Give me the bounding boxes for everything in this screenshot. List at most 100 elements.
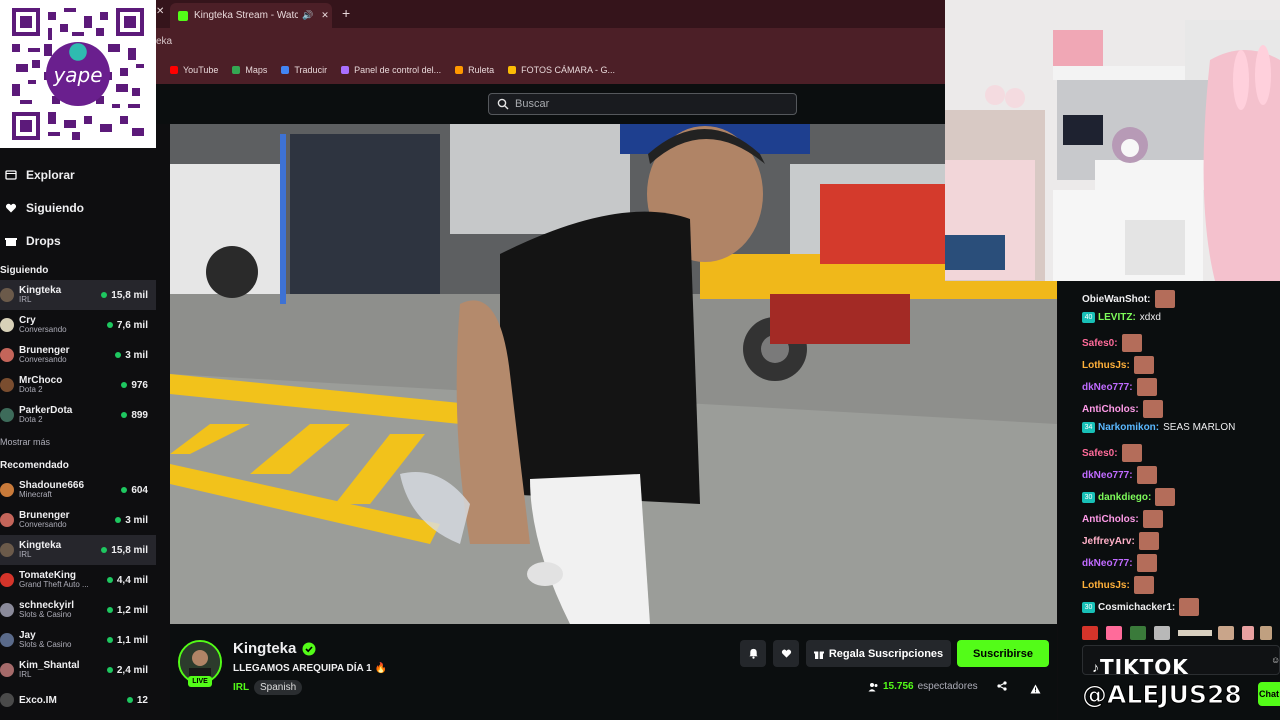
chat-username[interactable]: ObieWanShot: bbox=[1082, 294, 1151, 305]
show-more-link[interactable]: Mostrar más bbox=[0, 430, 156, 454]
chat-username[interactable]: dkNeo777: bbox=[1082, 470, 1133, 481]
sidebar-channel-item[interactable]: Brunenger Conversando 3 mil bbox=[0, 340, 156, 370]
bookmark-item[interactable]: Ruleta bbox=[455, 65, 494, 75]
speaker-icon[interactable]: 🔊 bbox=[302, 10, 313, 21]
emote-icon[interactable] bbox=[1260, 626, 1272, 640]
subscribe-button[interactable]: Suscribirse bbox=[957, 640, 1049, 667]
chat-username[interactable]: dankdiego: bbox=[1098, 492, 1151, 503]
channel-category: Slots & Casino bbox=[19, 640, 72, 650]
channel-viewers: 899 bbox=[121, 410, 148, 421]
channel-avatar bbox=[0, 543, 14, 557]
following-list: Kingteka IRL 15,8 mil Cry Conversando 7,6 mil… bbox=[0, 280, 156, 430]
sidebar-channel-item[interactable]: Kim_Shantal IRL 2,4 mil bbox=[0, 655, 156, 685]
sidebar-nav-drops[interactable]: Drops bbox=[0, 224, 156, 257]
follow-button[interactable] bbox=[773, 640, 799, 667]
share-icon[interactable] bbox=[997, 681, 1007, 694]
emote-icon[interactable] bbox=[1218, 626, 1234, 640]
browser-tab-active[interactable]: Kingteka Stream - Watch Li 🔊 ✕ bbox=[170, 3, 332, 28]
channel-text: Kingteka IRL bbox=[19, 285, 101, 305]
search-input[interactable]: Buscar bbox=[488, 93, 797, 115]
sidebar-channel-item[interactable]: MrChoco Dota 2 976 bbox=[0, 370, 156, 400]
channel-avatar bbox=[0, 633, 14, 647]
emote-icon bbox=[1136, 554, 1157, 572]
emote-icon[interactable] bbox=[1130, 626, 1146, 640]
chat-username[interactable]: Cosmichacker1: bbox=[1098, 602, 1175, 613]
channel-viewers: 12 bbox=[127, 695, 148, 706]
bookmark-label: Traducir bbox=[294, 64, 328, 75]
chat-username[interactable]: dkNeo777: bbox=[1082, 558, 1133, 569]
chat-panel: ObieWanShot: 40 LEVITZ: xdxd Safes0: LothusJs… bbox=[1058, 281, 1280, 720]
heart-icon bbox=[4, 201, 18, 215]
channel-text: Kim_Shantal IRL bbox=[19, 660, 107, 680]
gift-icon bbox=[813, 650, 824, 659]
gift-subs-button[interactable]: Regala Suscripciones bbox=[806, 640, 951, 667]
address-bar[interactable]: eka bbox=[156, 28, 945, 55]
sidebar-channel-item[interactable]: Exco.IM 12 bbox=[0, 685, 156, 715]
emote-icon bbox=[1133, 576, 1154, 594]
bookmark-item[interactable]: Traducir bbox=[281, 65, 327, 75]
emote-icon[interactable] bbox=[1154, 626, 1170, 640]
chat-username[interactable]: Safes0: bbox=[1082, 338, 1118, 349]
sidebar-nav-explorar[interactable]: Explorar bbox=[0, 158, 156, 191]
sidebar-channel-item[interactable]: Cry Conversando 7,6 mil bbox=[0, 310, 156, 340]
channel-text: schneckyirl Slots & Casino bbox=[19, 600, 107, 620]
new-tab-icon[interactable]: + bbox=[342, 5, 350, 21]
bookmark-item[interactable]: Maps bbox=[232, 65, 267, 75]
chat-send-button[interactable]: Chat bbox=[1258, 682, 1280, 706]
sidebar-channel-item[interactable]: ParkerDota Dota 2 899 bbox=[0, 400, 156, 430]
report-icon[interactable] bbox=[1030, 681, 1041, 699]
category-link[interactable]: IRL bbox=[233, 682, 249, 693]
sidebar-channel-item[interactable]: schneckyirl Slots & Casino 1,2 mil bbox=[0, 595, 156, 625]
emote-icon[interactable] bbox=[1242, 626, 1254, 640]
chat-message: ObieWanShot: bbox=[1082, 290, 1175, 308]
channel-viewers: 4,4 mil bbox=[107, 575, 148, 586]
chat-username[interactable]: JeffreyArv: bbox=[1082, 536, 1135, 547]
channel-avatar bbox=[0, 483, 14, 497]
bookmark-item[interactable]: FOTOS CÁMARA - G... bbox=[508, 65, 615, 75]
sidebar-channel-item[interactable]: Kingteka IRL 15,8 mil bbox=[0, 535, 156, 565]
channel-name[interactable]: Kingteka bbox=[233, 640, 296, 657]
chat-username[interactable]: LothusJs: bbox=[1082, 580, 1130, 591]
chat-username[interactable]: dkNeo777: bbox=[1082, 382, 1133, 393]
emote-icon[interactable] bbox=[1178, 630, 1212, 636]
bookmark-label: Ruleta bbox=[468, 64, 495, 75]
channel-text: Shadoune666 Minecraft bbox=[19, 480, 121, 500]
emote-icon[interactable] bbox=[1082, 626, 1098, 640]
emote-icon[interactable] bbox=[1106, 626, 1122, 640]
chat-username[interactable]: LothusJs: bbox=[1082, 360, 1130, 371]
gift-subs-label: Regala Suscripciones bbox=[828, 647, 944, 660]
video-frame-image bbox=[170, 124, 1057, 624]
sidebar-channel-item[interactable]: Brunenger Conversando 3 mil bbox=[0, 505, 156, 535]
sub-badge-icon: 40 bbox=[1082, 312, 1095, 323]
sidebar-channel-item[interactable]: TomateKing Grand Theft Auto ... 4,4 mil bbox=[0, 565, 156, 595]
channel-name: Kingteka bbox=[19, 285, 62, 297]
chat-username[interactable]: Safes0: bbox=[1082, 448, 1118, 459]
channel-name: Kim_Shantal bbox=[19, 660, 80, 672]
recommended-list: Shadoune666 Minecraft 604 Brunenger Conversa… bbox=[0, 475, 156, 715]
bookmark-item[interactable]: Panel de control del... bbox=[341, 65, 441, 75]
notification-bell-button[interactable] bbox=[740, 640, 766, 667]
bookmark-favicon-icon bbox=[341, 65, 350, 74]
sidebar-nav-siguiendo[interactable]: Siguiendo bbox=[0, 191, 156, 224]
chat-username[interactable]: AntiCholos: bbox=[1082, 514, 1139, 525]
chat-username[interactable]: AntiCholos: bbox=[1082, 404, 1139, 415]
channel-avatar bbox=[0, 378, 14, 392]
sidebar-channel-item[interactable]: Kingteka IRL 15,8 mil bbox=[0, 280, 156, 310]
sidebar-nav-label: Siguiendo bbox=[26, 200, 84, 215]
chat-username[interactable]: LEVITZ: bbox=[1098, 312, 1136, 323]
sidebar-channel-item[interactable]: Jay Slots & Casino 1,1 mil bbox=[0, 625, 156, 655]
language-tag[interactable]: Spanish bbox=[254, 680, 303, 695]
sidebar-nav: Explorar Siguiendo Drops bbox=[0, 148, 156, 257]
tiktok-overlay-text: TIKTOK bbox=[1100, 655, 1189, 679]
bookmark-item[interactable]: YouTube bbox=[170, 65, 218, 75]
chat-username[interactable]: Narkomikon: bbox=[1098, 422, 1159, 433]
video-player[interactable] bbox=[170, 124, 1057, 624]
close-tab-icon[interactable]: ✕ bbox=[156, 6, 164, 17]
emoji-icon[interactable]: ☺ bbox=[1271, 655, 1280, 665]
sub-badge-icon: 34 bbox=[1082, 422, 1095, 433]
channel-category: IRL bbox=[19, 670, 32, 680]
webcam-overlay bbox=[945, 0, 1280, 281]
channel-viewers: 1,1 mil bbox=[107, 635, 148, 646]
close-tab-icon[interactable]: ✕ bbox=[321, 10, 329, 21]
sidebar-channel-item[interactable]: Shadoune666 Minecraft 604 bbox=[0, 475, 156, 505]
